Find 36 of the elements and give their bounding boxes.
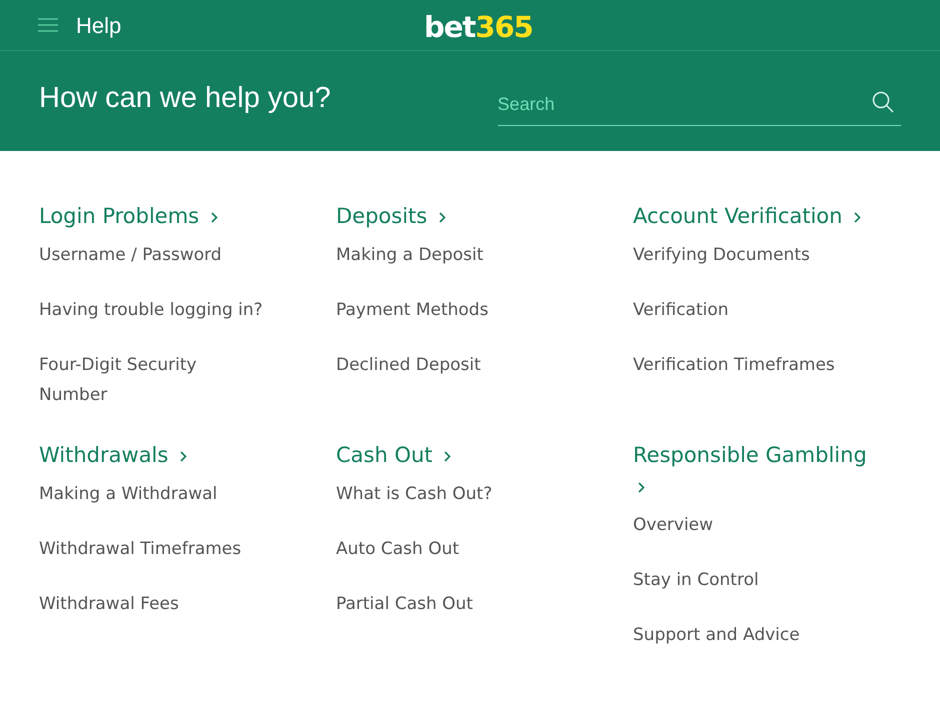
- page-title: How can we help you?: [39, 81, 332, 116]
- help-link[interactable]: Payment Methods: [336, 295, 563, 325]
- help-link[interactable]: Having trouble logging in?: [39, 295, 266, 325]
- search-icon[interactable]: [871, 90, 895, 114]
- logo[interactable]: bet365: [424, 6, 533, 50]
- chevron-icon: [637, 481, 646, 494]
- search-field[interactable]: Search: [498, 78, 901, 126]
- help-link[interactable]: Verification: [633, 295, 860, 325]
- chevron-icon: [179, 450, 188, 463]
- help-link[interactable]: Partial Cash Out: [336, 589, 563, 619]
- menu-icon[interactable]: [38, 17, 58, 33]
- section-heading[interactable]: Deposits: [336, 204, 428, 228]
- help-link[interactable]: Stay in Control: [633, 565, 860, 595]
- help-link[interactable]: Declined Deposit: [336, 350, 563, 380]
- help-link[interactable]: Auto Cash Out: [336, 534, 563, 564]
- help-link[interactable]: Support and Advice: [633, 620, 860, 650]
- help-link[interactable]: Verification Timeframes: [633, 350, 860, 380]
- section-heading[interactable]: Login Problems: [39, 204, 200, 228]
- help-link[interactable]: Making a Deposit: [336, 240, 563, 270]
- help-link[interactable]: Verifying Documents: [633, 240, 860, 270]
- help-link[interactable]: Username / Password: [39, 240, 266, 270]
- chevron-icon: [853, 211, 862, 224]
- help-link[interactable]: Withdrawal Fees: [39, 589, 266, 619]
- help-link[interactable]: What is Cash Out?: [336, 479, 563, 509]
- section-heading[interactable]: Cash Out: [336, 443, 433, 467]
- section-heading[interactable]: Withdrawals: [39, 443, 168, 467]
- help-link[interactable]: Overview: [633, 510, 860, 540]
- chevron-icon: [438, 211, 447, 224]
- section-heading[interactable]: Responsible Gambling: [633, 443, 867, 467]
- help-link[interactable]: Four-Digit Security Number: [39, 350, 266, 410]
- chevron-icon: [210, 211, 219, 224]
- help-link[interactable]: Making a Withdrawal: [39, 479, 266, 509]
- help-label: Help: [76, 12, 122, 40]
- help-link[interactable]: Withdrawal Timeframes: [39, 534, 266, 564]
- section-heading[interactable]: Account Verification: [633, 204, 842, 228]
- chevron-icon: [443, 450, 452, 463]
